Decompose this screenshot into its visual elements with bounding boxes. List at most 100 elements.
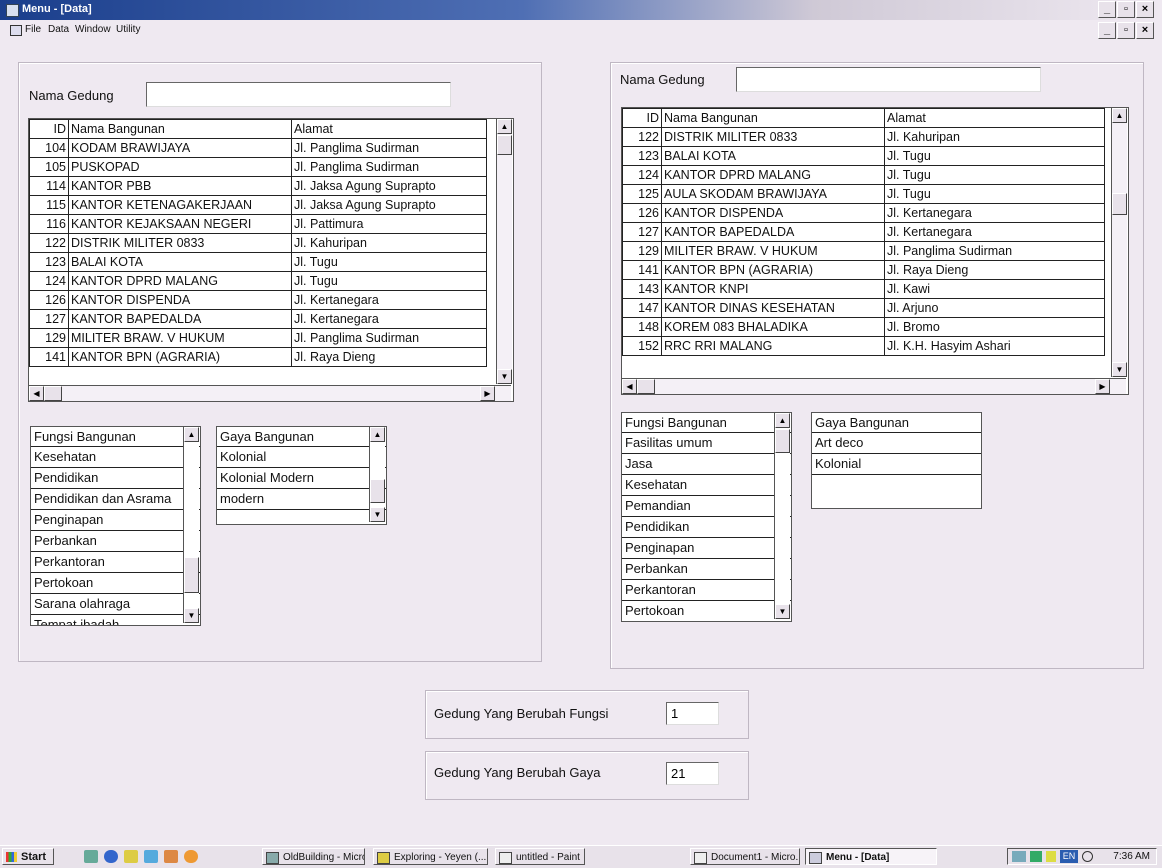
list-item[interactable]: Kolonial — [812, 454, 981, 475]
table-row[interactable]: 124 KANTOR DPRD MALANG Jl. Tugu — [622, 165, 1105, 185]
list-item[interactable]: Pendidikan — [31, 468, 200, 489]
list-item[interactable]: Sarana olahraga — [31, 594, 200, 615]
child-restore-button[interactable]: ▫ — [1117, 22, 1135, 39]
scroll-down-icon[interactable]: ▼ — [184, 608, 199, 623]
scroll-down-icon[interactable]: ▼ — [775, 604, 790, 619]
grid-header-alamat[interactable]: Alamat — [884, 108, 1105, 128]
table-row[interactable]: 126 KANTOR DISPENDA Jl. Kertanegara — [29, 290, 487, 310]
left-gaya-list[interactable]: Gaya Bangunan Kolonial Kolonial Modern m… — [216, 426, 387, 525]
list-item[interactable]: Perbankan — [31, 531, 200, 552]
maximize-button[interactable]: ▫ — [1117, 1, 1135, 18]
left-grid-hscrollbar[interactable]: ◀ ▶ — [29, 385, 511, 401]
list-item[interactable]: Perkantoran — [622, 580, 791, 601]
right-nama-gedung-input[interactable] — [736, 67, 1041, 92]
table-row[interactable]: 115 KANTOR KETENAGAKERJAAN Jl. Jaksa Agung… — [29, 195, 487, 215]
fungsi-vscrollbar[interactable]: ▲ ▼ — [774, 413, 790, 619]
grid-header-nama[interactable]: Nama Bangunan — [68, 119, 292, 139]
table-row[interactable]: 143 KANTOR KNPI Jl. Kawi — [622, 279, 1105, 299]
tray-app-icon[interactable] — [1030, 851, 1042, 862]
scroll-up-icon[interactable]: ▲ — [775, 413, 790, 428]
table-row[interactable]: 122 DISTRIK MILITER 0833 Jl. Kahuripan — [622, 127, 1105, 147]
table-row[interactable]: 124 KANTOR DPRD MALANG Jl. Tugu — [29, 271, 487, 291]
list-item[interactable]: Pemandian — [622, 496, 791, 517]
table-row[interactable]: 141 KANTOR BPN (AGRARIA) Jl. Raya Dieng — [622, 260, 1105, 280]
scroll-down-icon[interactable]: ▼ — [1112, 362, 1127, 377]
left-grid-vscrollbar[interactable]: ▲ ▼ — [496, 119, 512, 384]
berubah-gaya-field[interactable] — [666, 762, 719, 785]
berubah-fungsi-field[interactable] — [666, 702, 719, 725]
network-icon[interactable] — [1012, 851, 1026, 862]
scroll-right-icon[interactable]: ▶ — [480, 386, 495, 401]
clock-app-icon[interactable] — [1082, 851, 1093, 862]
scroll-thumb[interactable] — [1112, 193, 1127, 215]
desktop-icon[interactable] — [144, 850, 158, 863]
table-row[interactable]: 127 KANTOR BAPEDALDA Jl. Kertanegara — [622, 222, 1105, 242]
scroll-left-icon[interactable]: ◀ — [622, 379, 637, 394]
folder-icon[interactable] — [124, 850, 138, 863]
list-item[interactable]: Perkantoran — [31, 552, 200, 573]
scroll-thumb[interactable] — [637, 379, 655, 394]
minimize-button[interactable]: _ — [1098, 1, 1116, 18]
list-item[interactable]: Art deco — [812, 433, 981, 454]
scroll-thumb[interactable] — [370, 479, 385, 503]
taskbar-item-exploring[interactable]: Exploring - Yeyen (... — [373, 848, 488, 865]
table-row[interactable]: 129 MILITER BRAW. V HUKUM Jl. Panglima Sud… — [29, 328, 487, 348]
grid-header-alamat[interactable]: Alamat — [291, 119, 487, 139]
scroll-up-icon[interactable]: ▲ — [184, 427, 199, 442]
scroll-up-icon[interactable]: ▲ — [370, 427, 385, 442]
player-icon[interactable] — [184, 850, 198, 863]
table-row[interactable]: 122 DISTRIK MILITER 0833 Jl. Kahuripan — [29, 233, 487, 253]
table-row[interactable]: 123 BALAI KOTA Jl. Tugu — [29, 252, 487, 272]
menu-window[interactable]: Window — [75, 24, 111, 35]
start-button[interactable]: Start — [2, 848, 54, 865]
grid-header-nama[interactable]: Nama Bangunan — [661, 108, 885, 128]
table-row[interactable]: 141 KANTOR BPN (AGRARIA) Jl. Raya Dieng — [29, 347, 487, 367]
table-row[interactable]: 116 KANTOR KEJAKSAAN NEGERI Jl. Pattimura — [29, 214, 487, 234]
scroll-down-icon[interactable]: ▼ — [497, 369, 512, 384]
list-item[interactable]: Kolonial Modern — [217, 468, 386, 489]
grid-header-id[interactable]: ID — [622, 108, 662, 128]
list-item[interactable]: Penginapan — [31, 510, 200, 531]
right-building-grid[interactable]: ID Nama Bangunan Alamat 122 DISTRIK MILIT… — [621, 107, 1129, 395]
internet-explorer-icon[interactable] — [104, 850, 118, 863]
fungsi-vscrollbar[interactable]: ▲ ▼ — [183, 427, 199, 623]
child-close-button[interactable]: × — [1136, 22, 1154, 39]
right-gaya-list[interactable]: Gaya Bangunan Art deco Kolonial — [811, 412, 982, 509]
scroll-up-icon[interactable]: ▲ — [1112, 108, 1127, 123]
right-grid-vscrollbar[interactable]: ▲ ▼ — [1111, 108, 1127, 377]
list-item[interactable]: Fasilitas umum — [622, 433, 791, 454]
list-item[interactable]: Tempat ibadah — [31, 615, 200, 625]
scroll-thumb[interactable] — [44, 386, 62, 401]
table-row[interactable]: 147 KANTOR DINAS KESEHATAN Jl. Arjuno — [622, 298, 1105, 318]
scroll-thumb[interactable] — [497, 135, 512, 155]
list-item[interactable]: Kesehatan — [622, 475, 791, 496]
app-icon[interactable] — [6, 4, 19, 17]
list-item[interactable]: Pendidikan — [622, 517, 791, 538]
table-row[interactable]: 105 PUSKOPAD Jl. Panglima Sudirman — [29, 157, 487, 177]
menu-file[interactable]: File — [25, 24, 41, 35]
table-row[interactable]: 129 MILITER BRAW. V HUKUM Jl. Panglima Sud… — [622, 241, 1105, 261]
taskbar-item-document1[interactable]: Document1 - Micro... — [690, 848, 800, 865]
menu-utility[interactable]: Utility — [116, 24, 140, 35]
list-item[interactable]: Penginapan — [622, 538, 791, 559]
scroll-down-icon[interactable]: ▼ — [370, 507, 385, 522]
list-item[interactable]: Perbankan — [622, 559, 791, 580]
table-row[interactable]: 148 KOREM 083 BHALADIKA Jl. Bromo — [622, 317, 1105, 337]
language-indicator[interactable]: EN — [1060, 850, 1078, 863]
left-fungsi-list[interactable]: Fungsi Bangunan Kesehatan Pendidikan Pen… — [30, 426, 201, 626]
list-item[interactable]: Pertokoan — [31, 573, 200, 594]
close-button[interactable]: × — [1136, 1, 1154, 18]
scroll-thumb[interactable] — [184, 557, 199, 593]
speaker-icon[interactable] — [1046, 851, 1056, 862]
list-item[interactable]: modern — [217, 489, 386, 510]
taskbar-item-menu-data[interactable]: Menu - [Data] — [805, 848, 937, 865]
table-row[interactable]: 126 KANTOR DISPENDA Jl. Kertanegara — [622, 203, 1105, 223]
scroll-up-icon[interactable]: ▲ — [497, 119, 512, 134]
gaya-vscrollbar[interactable]: ▲ ▼ — [369, 427, 385, 522]
child-window-icon[interactable] — [10, 25, 22, 36]
scroll-right-icon[interactable]: ▶ — [1095, 379, 1110, 394]
list-item[interactable]: Kolonial — [217, 447, 386, 468]
grid-header-id[interactable]: ID — [29, 119, 69, 139]
list-item[interactable]: Pendidikan dan Asrama — [31, 489, 200, 510]
right-fungsi-list[interactable]: Fungsi Bangunan Fasilitas umum Jasa Kese… — [621, 412, 792, 622]
